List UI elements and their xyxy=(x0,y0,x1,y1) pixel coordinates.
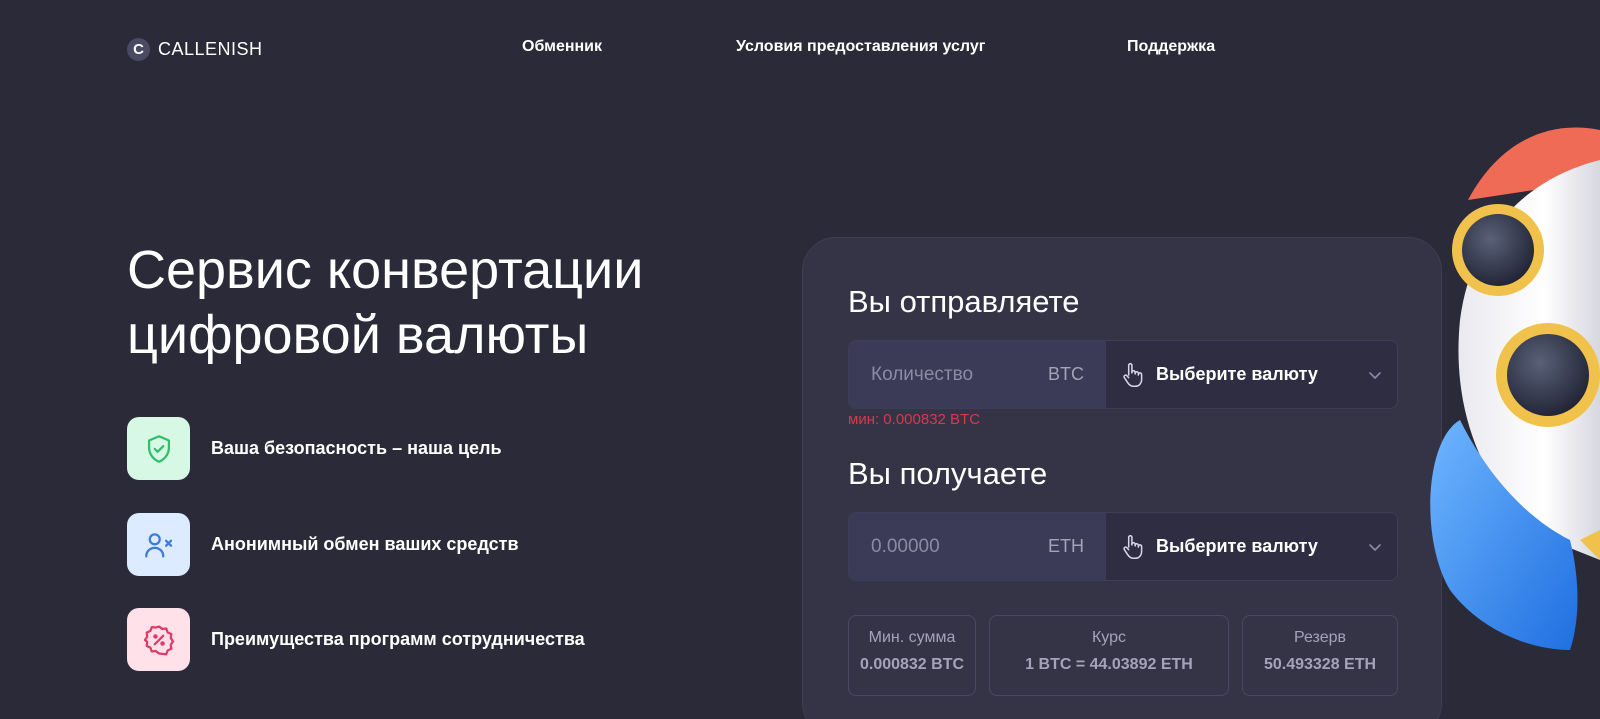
receive-select-label: Выберите валюту xyxy=(1156,536,1318,556)
send-amount-field: BTC xyxy=(849,341,1106,408)
send-amount-input[interactable] xyxy=(871,363,1021,386)
hand-pointer-icon xyxy=(1123,362,1143,387)
send-title: Вы отправляете xyxy=(848,284,1080,319)
stat-value: 1 BTC = 44.03892 ETH xyxy=(1025,656,1193,673)
send-currency-select[interactable]: Выберите валюту xyxy=(1106,341,1397,408)
nav-link-support[interactable]: Поддержка xyxy=(1127,38,1215,56)
exchange-card: Вы отправляете BTC Выберите валюту мин: … xyxy=(802,237,1442,719)
rocket-illustration xyxy=(1430,127,1600,650)
nav-link-exchange[interactable]: Обменник xyxy=(522,38,602,56)
feature-text: Преимущества программ сотрудничества xyxy=(211,629,585,649)
stat-label: Резерв xyxy=(1294,629,1346,646)
hero-title: Сервис конвертации цифровой валюты xyxy=(127,240,644,365)
stat-value: 50.493328 ETH xyxy=(1263,656,1377,673)
feature-security: Ваша безопасность – наша цель xyxy=(127,417,502,480)
receive-amount-input[interactable] xyxy=(871,535,1021,558)
feature-partnership: Преимущества программ сотрудничества xyxy=(127,608,585,671)
percent-badge-icon xyxy=(127,608,190,671)
nav-link-terms[interactable]: Условия предоставления услуг xyxy=(736,38,985,56)
send-currency-code: BTC xyxy=(1048,364,1084,384)
shield-check-icon xyxy=(127,417,190,480)
receive-currency-select[interactable]: Выберите валюту xyxy=(1106,513,1397,580)
send-select-label: Выберите валюту xyxy=(1156,364,1318,384)
logo-mark: C xyxy=(127,38,150,61)
receive-currency-code: ETH xyxy=(1048,536,1084,556)
stat-label: Курс xyxy=(1091,629,1127,646)
receive-title: Вы получаете xyxy=(848,456,1048,491)
chevron-down-icon xyxy=(1369,543,1381,551)
feature-anonymous: Анонимный обмен ваших средств xyxy=(127,513,519,576)
stat-value: 0.000832 BTC xyxy=(859,656,965,673)
chevron-down-icon xyxy=(1369,371,1381,379)
logo-text: CALLENISH xyxy=(158,39,263,59)
logo[interactable]: C CALLENISH xyxy=(127,38,263,61)
feature-text: Анонимный обмен ваших средств xyxy=(211,534,519,554)
stat-min-amount: Мин. сумма 0.000832 BTC xyxy=(848,615,976,696)
receive-amount-field: ETH xyxy=(849,513,1106,580)
user-x-icon xyxy=(127,513,190,576)
stat-rate: Курс 1 BTC = 44.03892 ETH xyxy=(989,615,1229,696)
stat-label: Мин. сумма xyxy=(868,629,956,646)
receive-row: ETH Выберите валюту xyxy=(848,512,1398,581)
min-amount-note: мин: 0.000832 BTC xyxy=(848,411,981,428)
feature-text: Ваша безопасность – наша цель xyxy=(211,438,502,458)
send-row: BTC Выберите валюту xyxy=(848,340,1398,409)
stat-reserve: Резерв 50.493328 ETH xyxy=(1242,615,1398,696)
hand-pointer-icon xyxy=(1123,534,1143,559)
